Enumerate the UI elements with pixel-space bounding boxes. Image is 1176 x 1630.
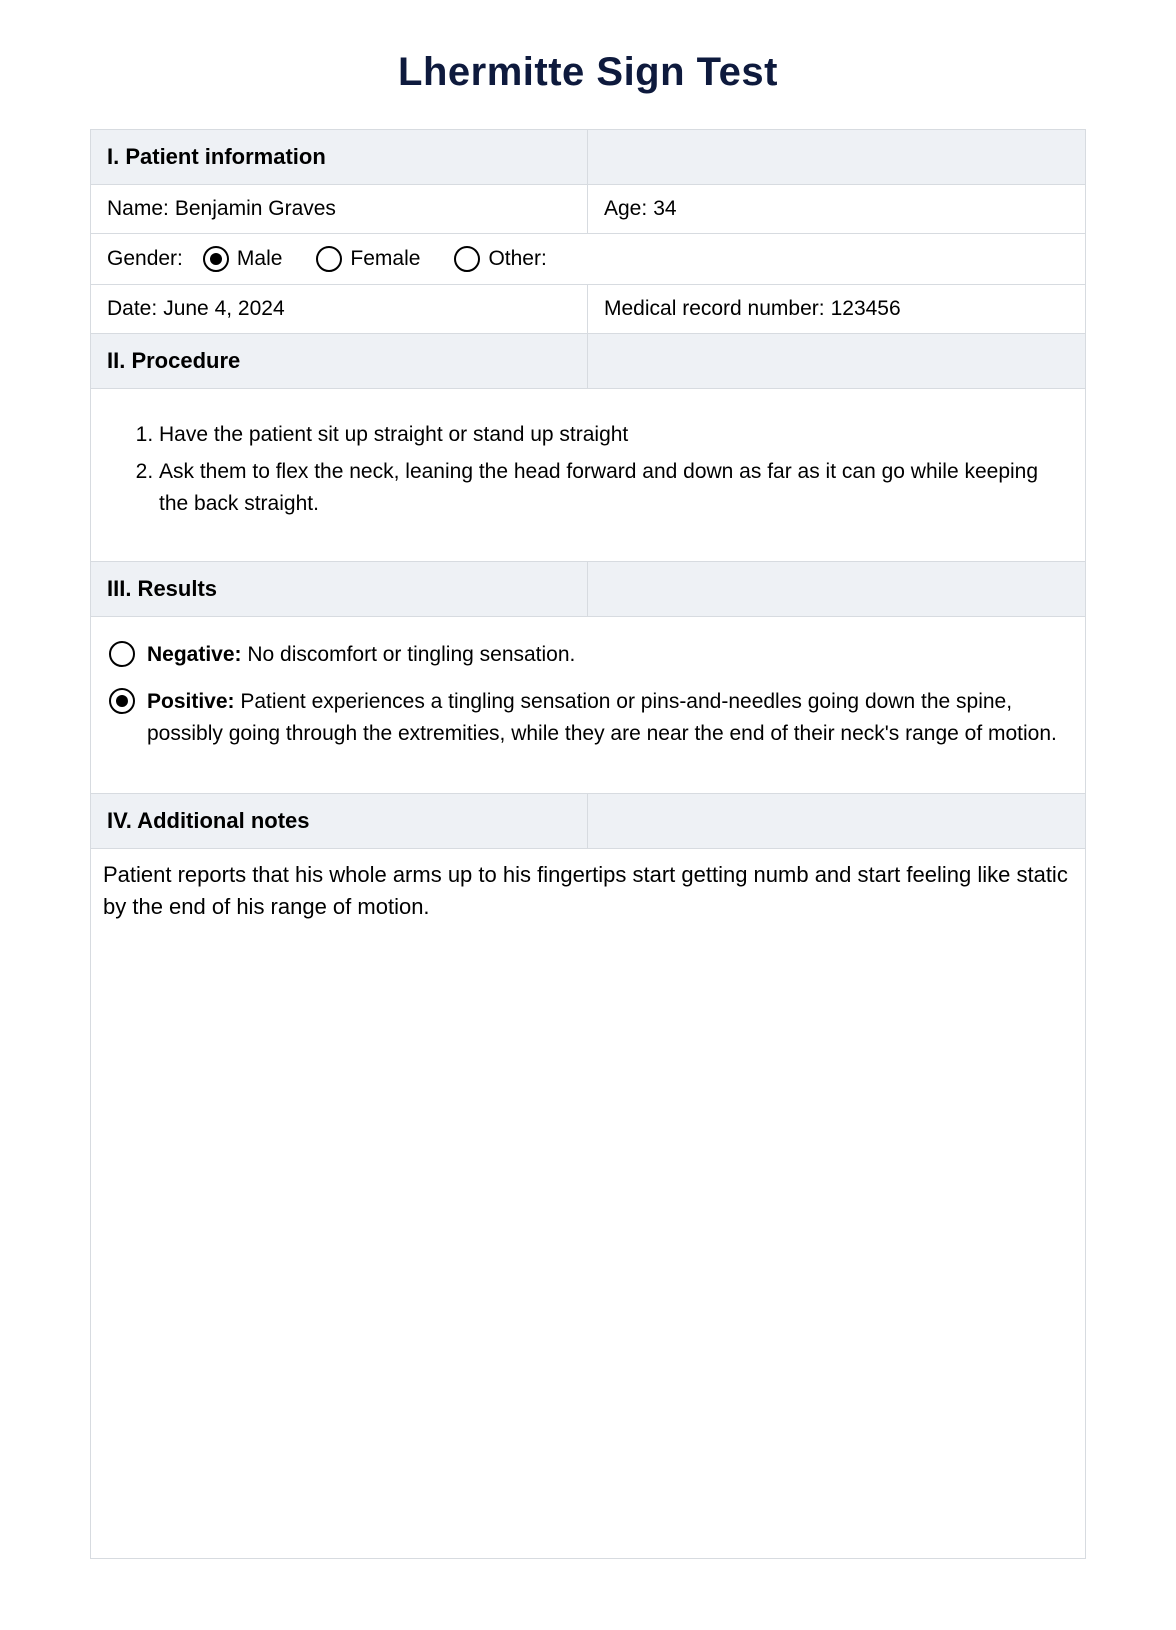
section-title-blank <box>588 334 1085 388</box>
result-negative-text: Negative: No discomfort or tingling sens… <box>147 639 1067 671</box>
result-positive-text: Positive: Patient experiences a tingling… <box>147 686 1067 749</box>
section-title-notes: IV. Additional notes <box>91 794 588 848</box>
gender-female-label: Female <box>350 247 420 271</box>
gender-male-label: Male <box>237 247 283 271</box>
name-value[interactable]: Benjamin Graves <box>175 197 336 221</box>
section-header-patient-info: I. Patient information <box>91 130 1085 185</box>
date-label: Date: <box>107 297 157 321</box>
section-header-results: III. Results <box>91 562 1085 617</box>
gender-option-female[interactable]: Female <box>316 246 420 272</box>
notes-text: Patient reports that his whole arms up t… <box>103 862 1068 919</box>
radio-icon <box>109 688 135 714</box>
cell-mrn: Medical record number: 123456 <box>588 285 1085 333</box>
page-title: Lhermitte Sign Test <box>90 50 1086 95</box>
procedure-list: Have the patient sit up straight or stan… <box>135 419 1041 521</box>
gender-option-other[interactable]: Other: <box>454 246 546 272</box>
mrn-label: Medical record number: <box>604 297 825 321</box>
cell-name: Name: Benjamin Graves <box>91 185 588 233</box>
age-value[interactable]: 34 <box>653 197 676 221</box>
procedure-step: Have the patient sit up straight or stan… <box>159 419 1041 452</box>
cell-date: Date: June 4, 2024 <box>91 285 588 333</box>
result-option-negative[interactable]: Negative: No discomfort or tingling sens… <box>109 639 1067 671</box>
page: Lhermitte Sign Test I. Patient informati… <box>0 0 1176 1599</box>
procedure-step: Ask them to flex the neck, leaning the h… <box>159 456 1041 521</box>
results-body: Negative: No discomfort or tingling sens… <box>91 617 1085 795</box>
result-negative-label: Negative: <box>147 643 242 666</box>
gender-other-label: Other: <box>488 247 546 271</box>
result-negative-desc: No discomfort or tingling sensation. <box>247 643 575 666</box>
radio-icon <box>203 246 229 272</box>
age-label: Age: <box>604 197 647 221</box>
section-title-patient-info: I. Patient information <box>91 130 588 184</box>
radio-icon <box>109 641 135 667</box>
radio-icon <box>316 246 342 272</box>
section-title-blank <box>588 562 1085 616</box>
section-header-procedure: II. Procedure <box>91 334 1085 389</box>
row-gender: Gender: Male Female Other: <box>91 234 1085 285</box>
section-title-results: III. Results <box>91 562 588 616</box>
mrn-value[interactable]: 123456 <box>831 297 901 321</box>
row-date-mrn: Date: June 4, 2024 Medical record number… <box>91 285 1085 334</box>
gender-label: Gender: <box>107 247 183 271</box>
name-label: Name: <box>107 197 169 221</box>
result-positive-desc: Patient experiences a tingling sensation… <box>147 690 1057 745</box>
section-title-blank <box>588 794 1085 848</box>
gender-option-male[interactable]: Male <box>203 246 283 272</box>
result-positive-label: Positive: <box>147 690 235 713</box>
section-title-procedure: II. Procedure <box>91 334 588 388</box>
result-option-positive[interactable]: Positive: Patient experiences a tingling… <box>109 686 1067 749</box>
cell-age: Age: 34 <box>588 185 1085 233</box>
notes-body[interactable]: Patient reports that his whole arms up t… <box>91 849 1085 1349</box>
date-value[interactable]: June 4, 2024 <box>163 297 284 321</box>
section-title-blank <box>588 130 1085 184</box>
radio-icon <box>454 246 480 272</box>
form-container: I. Patient information Name: Benjamin Gr… <box>90 129 1086 1559</box>
row-name-age: Name: Benjamin Graves Age: 34 <box>91 185 1085 234</box>
procedure-body: Have the patient sit up straight or stan… <box>91 389 1085 562</box>
section-header-notes: IV. Additional notes <box>91 794 1085 849</box>
